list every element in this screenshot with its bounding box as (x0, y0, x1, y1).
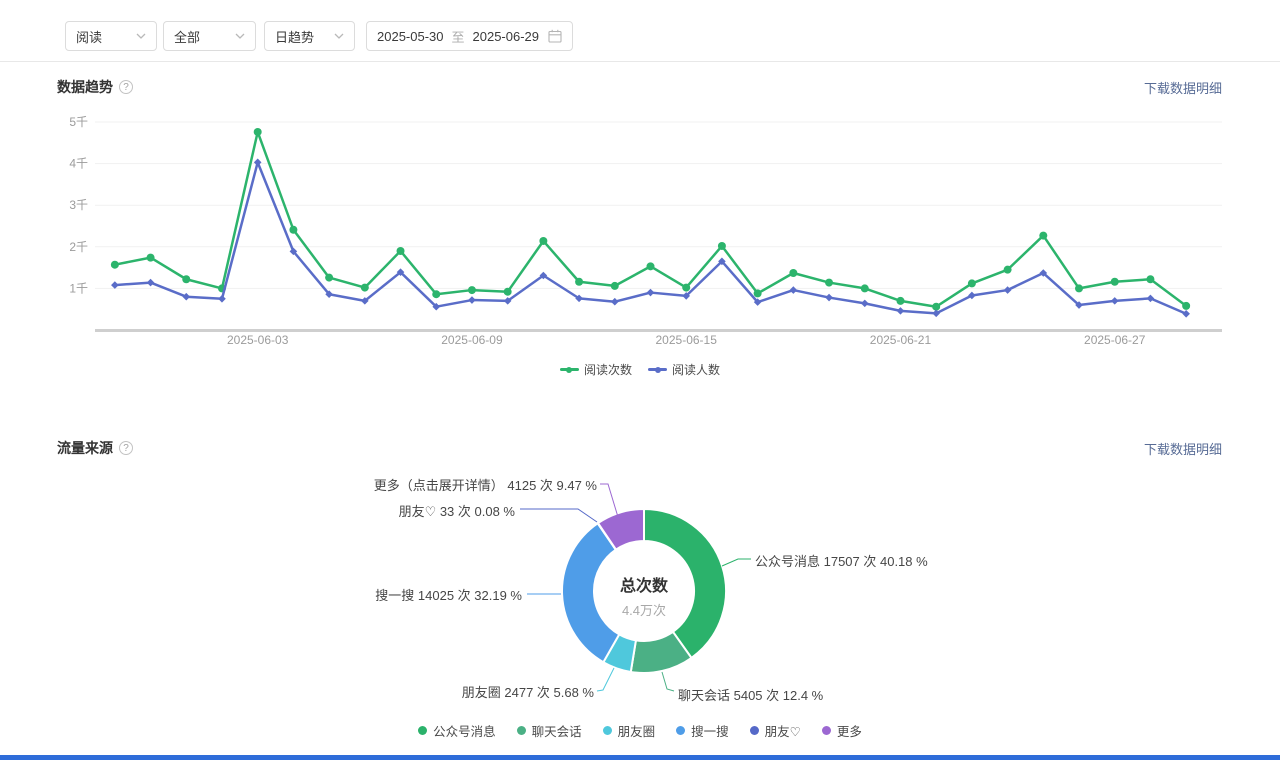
help-icon[interactable]: ? (119, 80, 133, 94)
donut-center-value: 4.4万次 (544, 600, 744, 619)
trend-section-title: 数据趋势 (57, 77, 113, 97)
donut-center-title: 总次数 (544, 572, 744, 596)
source-download-link[interactable]: 下载数据明细 (1144, 439, 1222, 458)
donut-center-text: 总次数 4.4万次 (544, 572, 744, 619)
svg-text:2025-06-27: 2025-06-27 (1084, 333, 1146, 347)
scope-select-value: 全部 (174, 27, 200, 46)
legend-dot-icon (750, 726, 759, 735)
legend-dot-icon (676, 726, 685, 735)
legend-label: 阅读人数 (672, 361, 720, 378)
pie-label-moments: 朋友圈 2477 次 5.68 % (462, 682, 594, 701)
date-start: 2025-05-30 (377, 29, 444, 44)
legend-label: 搜一搜 (691, 721, 729, 740)
pie-label-more[interactable]: 更多（点击展开详情） 4125 次 9.47 % (374, 475, 597, 494)
legend-item-search[interactable]: 搜一搜 (676, 721, 729, 740)
legend-label: 朋友圈 (618, 721, 656, 740)
pie-label-friend-wow: 朋友♡ 33 次 0.08 % (399, 501, 515, 520)
help-icon[interactable]: ? (119, 441, 133, 455)
legend-item-official-message[interactable]: 公众号消息 (418, 721, 496, 740)
legend-item-read-users[interactable]: 阅读人数 (648, 361, 720, 378)
pie-label-official-message: 公众号消息 17507 次 40.18 % (755, 551, 928, 570)
scope-select[interactable]: 全部 (163, 21, 256, 51)
source-section-header: 流量来源 ? 下载数据明细 (57, 439, 1222, 457)
legend-dot-icon (517, 726, 526, 735)
legend-dot-icon (418, 726, 427, 735)
legend-label: 公众号消息 (433, 721, 496, 740)
svg-text:2千: 2千 (69, 240, 88, 254)
filter-bar: 阅读 全部 日趋势 2025-05-30 至 2025-06-29 (0, 0, 1280, 62)
chevron-down-icon (235, 33, 245, 39)
source-section-title: 流量来源 (57, 438, 113, 458)
trend-legend: 阅读次数 阅读人数 (0, 361, 1280, 378)
svg-text:3千: 3千 (69, 198, 88, 212)
legend-dot-icon (603, 726, 612, 735)
line-legend-marker-icon (560, 365, 579, 374)
legend-item-read-count[interactable]: 阅读次数 (560, 361, 632, 378)
granularity-select[interactable]: 日趋势 (264, 21, 355, 51)
svg-text:2025-06-21: 2025-06-21 (870, 333, 932, 347)
chevron-down-icon (334, 33, 344, 39)
date-separator: 至 (452, 27, 465, 46)
legend-dot-icon (822, 726, 831, 735)
svg-text:2025-06-03: 2025-06-03 (227, 333, 289, 347)
legend-item-chat-session[interactable]: 聊天会话 (517, 721, 582, 740)
pie-label-search: 搜一搜 14025 次 32.19 % (375, 585, 522, 604)
source-legend: 公众号消息 聊天会话 朋友圈 搜一搜 朋友♡ 更多 (0, 721, 1280, 740)
legend-label: 更多 (837, 721, 862, 740)
svg-text:5千: 5千 (69, 115, 88, 129)
trend-line-chart[interactable]: 1千 2千 3千 4千 5千 2025-06-03 2025-06-09 2025-06-15… (0, 95, 1280, 360)
wechat-mp-analytics-page: 阅读 全部 日趋势 2025-05-30 至 2025-06-29 数据趋势 ?… (0, 0, 1280, 760)
date-end: 2025-06-29 (473, 29, 540, 44)
svg-text:2025-06-15: 2025-06-15 (656, 333, 718, 347)
bottom-accent-bar (0, 755, 1280, 760)
svg-text:1千: 1千 (69, 281, 88, 295)
svg-text:4千: 4千 (69, 157, 88, 171)
line-legend-marker-icon (648, 365, 667, 374)
metric-select-value: 阅读 (76, 27, 102, 46)
date-range-picker[interactable]: 2025-05-30 至 2025-06-29 (366, 21, 573, 51)
legend-item-more[interactable]: 更多 (822, 721, 862, 740)
pie-label-chat-session: 聊天会话 5405 次 12.4 % (678, 685, 823, 704)
legend-item-friend-wow[interactable]: 朋友♡ (750, 721, 801, 740)
legend-label: 朋友♡ (765, 721, 801, 740)
legend-label: 聊天会话 (532, 721, 582, 740)
trend-section-header: 数据趋势 ? 下载数据明细 (57, 78, 1222, 96)
calendar-icon (548, 29, 562, 43)
trend-download-link[interactable]: 下载数据明细 (1144, 78, 1222, 97)
legend-label: 阅读次数 (584, 361, 632, 378)
svg-text:2025-06-09: 2025-06-09 (441, 333, 503, 347)
metric-select[interactable]: 阅读 (65, 21, 157, 51)
chevron-down-icon (136, 33, 146, 39)
legend-item-moments[interactable]: 朋友圈 (603, 721, 656, 740)
granularity-select-value: 日趋势 (275, 27, 314, 46)
